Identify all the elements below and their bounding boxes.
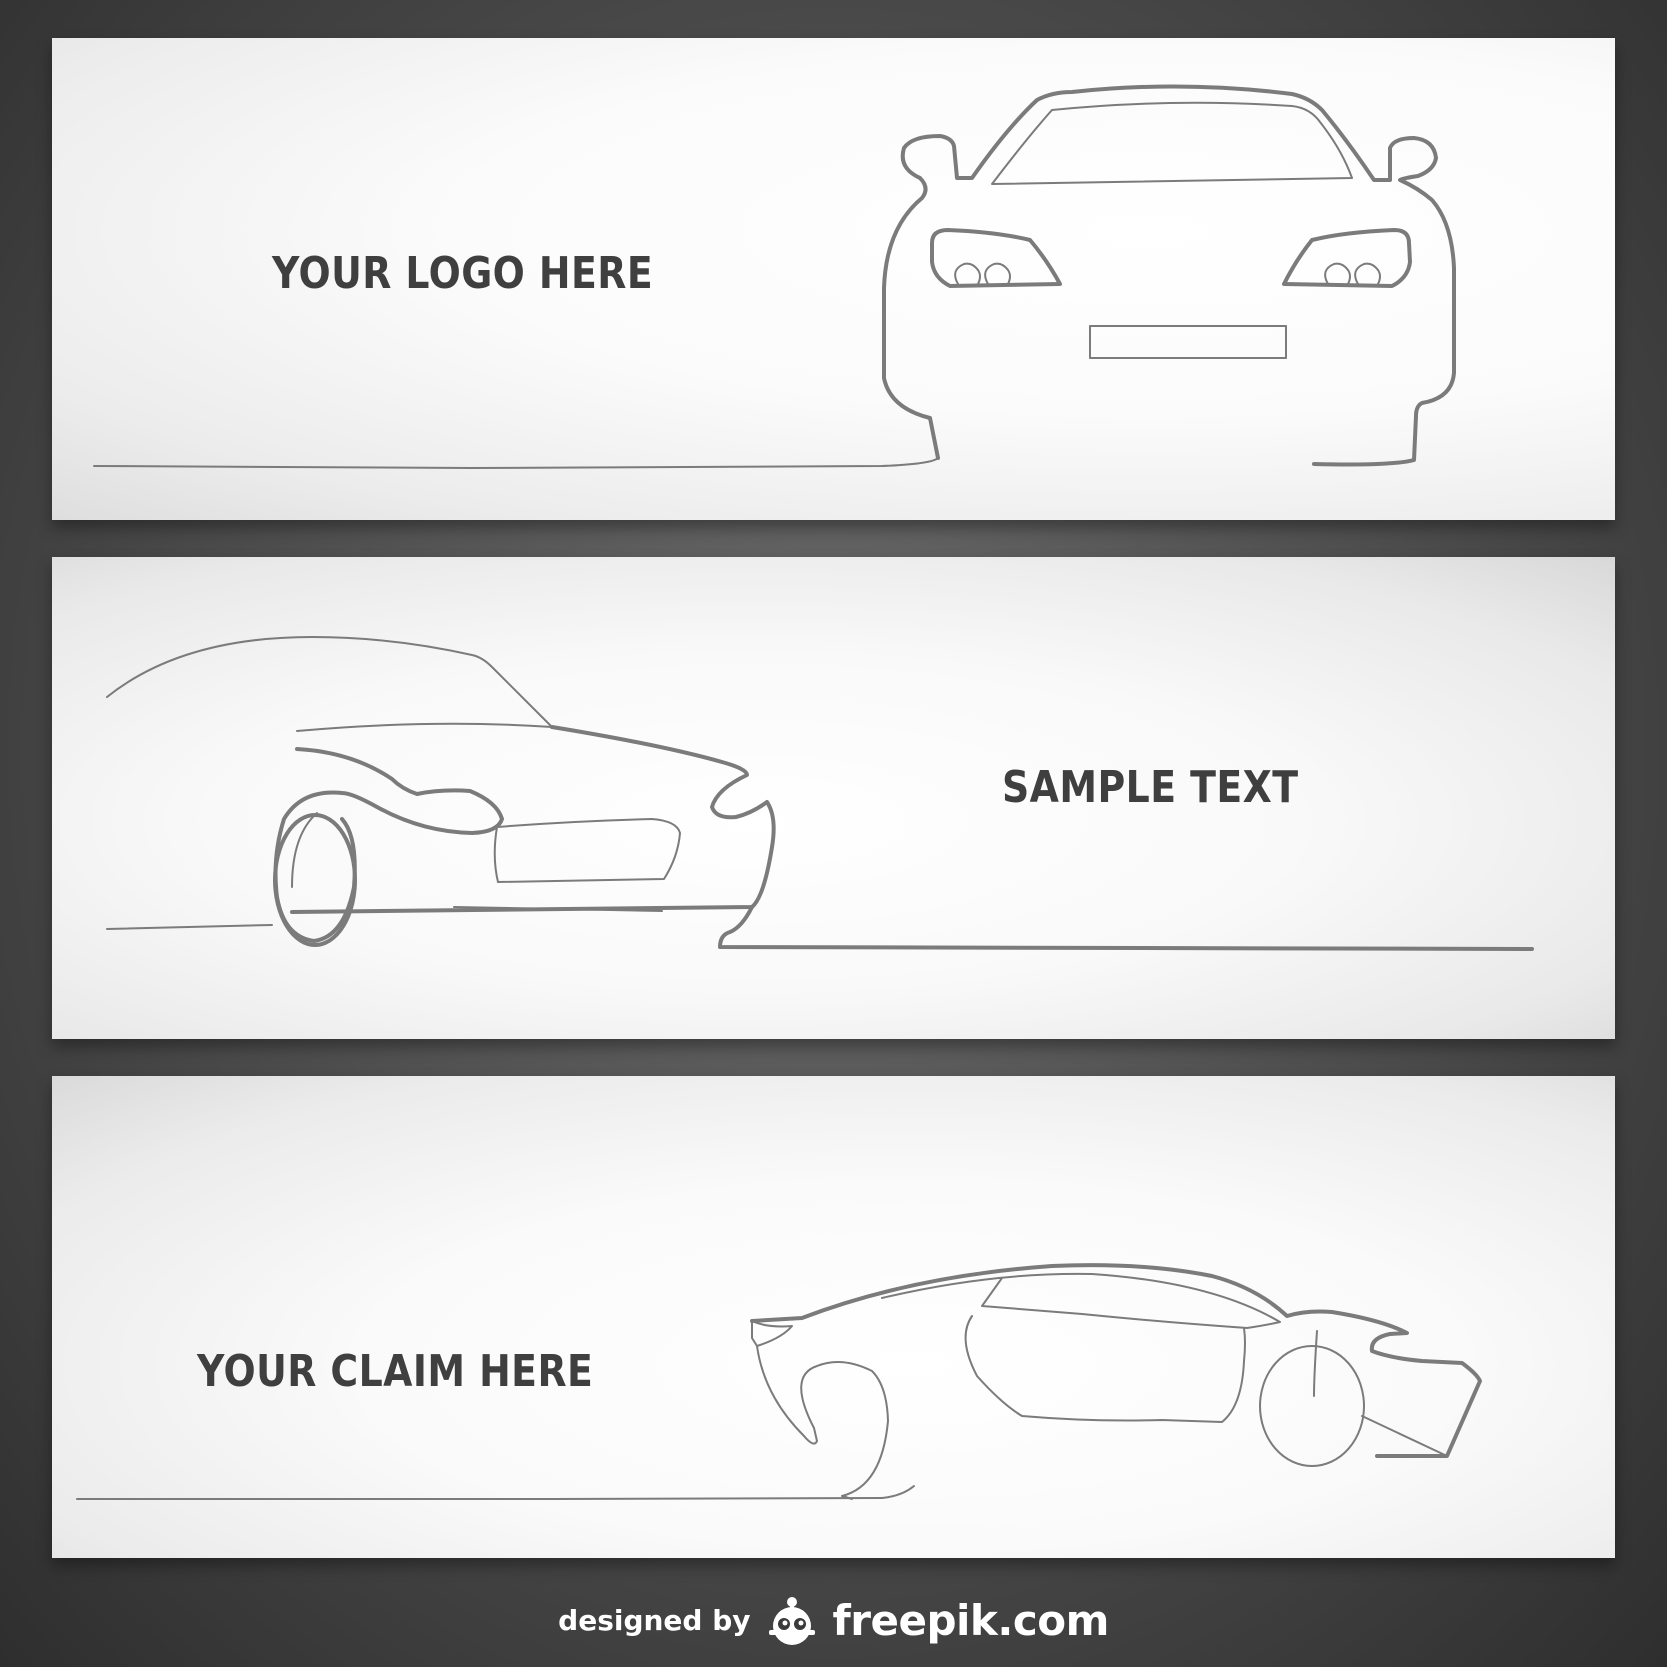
- freepik-logo-icon: [768, 1597, 815, 1645]
- logo-placeholder-text: YOUR LOGO HERE: [272, 248, 654, 299]
- car-side-outline-icon: [76, 1263, 1482, 1500]
- freepik-credit: designed by freepik.com: [0, 1585, 1667, 1655]
- banner-logo: YOUR LOGO HERE: [52, 38, 1615, 520]
- claim-placeholder-text: YOUR CLAIM HERE: [197, 1346, 594, 1397]
- banner-claim: YOUR CLAIM HERE: [52, 1076, 1615, 1558]
- sample-text: SAMPLE TEXT: [1002, 762, 1299, 813]
- page: { "banners": [ {"text": "YOUR LOGO HERE"…: [0, 0, 1667, 1667]
- credit-brand: freepik.com: [832, 1595, 1110, 1645]
- car-three-quarter-outline-icon: [106, 636, 1534, 951]
- banner-sample: SAMPLE TEXT: [52, 557, 1615, 1039]
- credit-prefix: designed by: [558, 1603, 751, 1637]
